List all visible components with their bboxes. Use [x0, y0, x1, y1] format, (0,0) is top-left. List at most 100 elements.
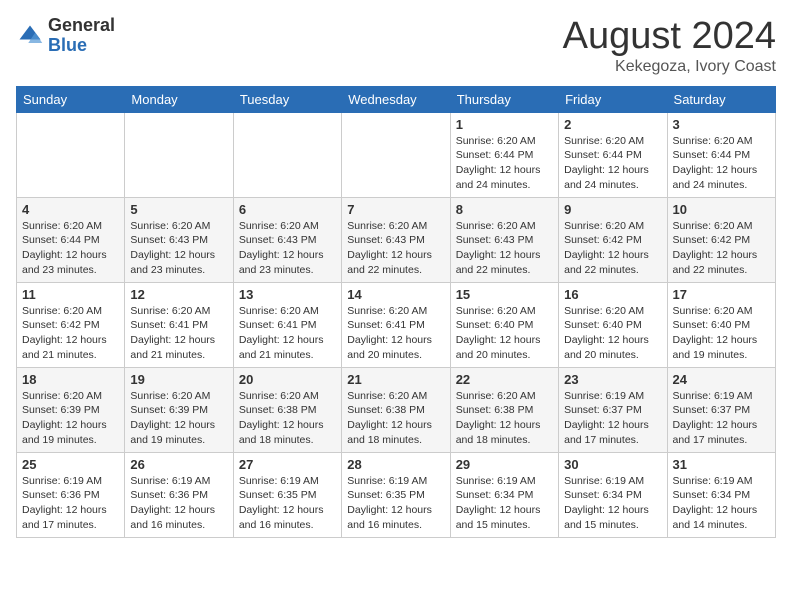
- logo-blue-text: Blue: [48, 36, 115, 56]
- title-block: August 2024 Kekegoza, Ivory Coast: [563, 16, 776, 76]
- calendar-cell: 4 Sunrise: 6:20 AM Sunset: 6:44 PM Daylig…: [17, 197, 125, 282]
- day-number: 26: [130, 457, 227, 472]
- day-number: 4: [22, 202, 119, 217]
- day-number: 17: [673, 287, 770, 302]
- day-details: Sunrise: 6:19 AM Sunset: 6:37 PM Dayligh…: [673, 389, 770, 448]
- day-number: 6: [239, 202, 336, 217]
- day-details: Sunrise: 6:20 AM Sunset: 6:41 PM Dayligh…: [347, 304, 444, 363]
- day-details: Sunrise: 6:20 AM Sunset: 6:44 PM Dayligh…: [22, 219, 119, 278]
- day-number: 7: [347, 202, 444, 217]
- day-details: Sunrise: 6:20 AM Sunset: 6:44 PM Dayligh…: [673, 134, 770, 193]
- day-number: 28: [347, 457, 444, 472]
- weekday-header-cell: Saturday: [667, 86, 775, 112]
- weekday-header-cell: Monday: [125, 86, 233, 112]
- calendar-week-row: 1 Sunrise: 6:20 AM Sunset: 6:44 PM Daylig…: [17, 112, 776, 197]
- day-number: 8: [456, 202, 553, 217]
- day-number: 2: [564, 117, 661, 132]
- day-details: Sunrise: 6:20 AM Sunset: 6:40 PM Dayligh…: [673, 304, 770, 363]
- day-number: 3: [673, 117, 770, 132]
- day-details: Sunrise: 6:19 AM Sunset: 6:34 PM Dayligh…: [564, 474, 661, 533]
- day-number: 23: [564, 372, 661, 387]
- calendar-cell: 2 Sunrise: 6:20 AM Sunset: 6:44 PM Daylig…: [559, 112, 667, 197]
- day-details: Sunrise: 6:20 AM Sunset: 6:42 PM Dayligh…: [673, 219, 770, 278]
- calendar-cell: 25 Sunrise: 6:19 AM Sunset: 6:36 PM Dayli…: [17, 452, 125, 537]
- day-number: 24: [673, 372, 770, 387]
- day-details: Sunrise: 6:20 AM Sunset: 6:44 PM Dayligh…: [564, 134, 661, 193]
- calendar-cell: 30 Sunrise: 6:19 AM Sunset: 6:34 PM Dayli…: [559, 452, 667, 537]
- weekday-header-cell: Sunday: [17, 86, 125, 112]
- calendar-cell: 6 Sunrise: 6:20 AM Sunset: 6:43 PM Daylig…: [233, 197, 341, 282]
- day-details: Sunrise: 6:19 AM Sunset: 6:35 PM Dayligh…: [347, 474, 444, 533]
- calendar-cell: 31Sunrise: 6:19 AM Sunset: 6:34 PM Dayli…: [667, 452, 775, 537]
- location-subtitle: Kekegoza, Ivory Coast: [563, 58, 776, 76]
- day-number: 16: [564, 287, 661, 302]
- day-details: Sunrise: 6:20 AM Sunset: 6:41 PM Dayligh…: [130, 304, 227, 363]
- calendar-cell: 1Sunrise: 6:20 AM Sunset: 6:44 PM Daylig…: [450, 112, 558, 197]
- weekday-header-cell: Tuesday: [233, 86, 341, 112]
- calendar-cell: 24 Sunrise: 6:19 AM Sunset: 6:37 PM Dayli…: [667, 367, 775, 452]
- day-number: 19: [130, 372, 227, 387]
- day-number: 13: [239, 287, 336, 302]
- day-number: 30: [564, 457, 661, 472]
- calendar-cell: 26 Sunrise: 6:19 AM Sunset: 6:36 PM Dayli…: [125, 452, 233, 537]
- calendar-cell: 7 Sunrise: 6:20 AM Sunset: 6:43 PM Daylig…: [342, 197, 450, 282]
- day-details: Sunrise: 6:19 AM Sunset: 6:36 PM Dayligh…: [130, 474, 227, 533]
- calendar-cell: 18Sunrise: 6:20 AM Sunset: 6:39 PM Dayli…: [17, 367, 125, 452]
- day-details: Sunrise: 6:20 AM Sunset: 6:38 PM Dayligh…: [456, 389, 553, 448]
- logo-text: General Blue: [48, 16, 115, 56]
- day-details: Sunrise: 6:20 AM Sunset: 6:42 PM Dayligh…: [22, 304, 119, 363]
- calendar-cell: 11Sunrise: 6:20 AM Sunset: 6:42 PM Dayli…: [17, 282, 125, 367]
- calendar-cell: 20Sunrise: 6:20 AM Sunset: 6:38 PM Dayli…: [233, 367, 341, 452]
- day-number: 10: [673, 202, 770, 217]
- calendar-cell: 15Sunrise: 6:20 AM Sunset: 6:40 PM Dayli…: [450, 282, 558, 367]
- day-details: Sunrise: 6:20 AM Sunset: 6:43 PM Dayligh…: [456, 219, 553, 278]
- day-number: 12: [130, 287, 227, 302]
- calendar-body: 1 Sunrise: 6:20 AM Sunset: 6:44 PM Daylig…: [17, 112, 776, 537]
- day-details: Sunrise: 6:20 AM Sunset: 6:41 PM Dayligh…: [239, 304, 336, 363]
- calendar-cell: 10 Sunrise: 6:20 AM Sunset: 6:42 PM Dayli…: [667, 197, 775, 282]
- day-details: Sunrise: 6:19 AM Sunset: 6:36 PM Dayligh…: [22, 474, 119, 533]
- calendar-cell: 17 Sunrise: 6:20 AM Sunset: 6:40 PM Dayli…: [667, 282, 775, 367]
- calendar-cell: 5Sunrise: 6:20 AM Sunset: 6:43 PM Daylig…: [125, 197, 233, 282]
- day-number: 18: [22, 372, 119, 387]
- day-details: Sunrise: 6:20 AM Sunset: 6:38 PM Dayligh…: [239, 389, 336, 448]
- day-number: 21: [347, 372, 444, 387]
- calendar-cell: 28 Sunrise: 6:19 AM Sunset: 6:35 PM Dayli…: [342, 452, 450, 537]
- calendar-cell: 23 Sunrise: 6:19 AM Sunset: 6:37 PM Dayli…: [559, 367, 667, 452]
- weekday-header-cell: Thursday: [450, 86, 558, 112]
- calendar-cell: 27 Sunrise: 6:19 AM Sunset: 6:35 PM Dayli…: [233, 452, 341, 537]
- logo: General Blue: [16, 16, 115, 56]
- calendar-cell: [17, 112, 125, 197]
- day-number: 27: [239, 457, 336, 472]
- day-details: Sunrise: 6:20 AM Sunset: 6:40 PM Dayligh…: [564, 304, 661, 363]
- day-details: Sunrise: 6:19 AM Sunset: 6:34 PM Dayligh…: [456, 474, 553, 533]
- day-details: Sunrise: 6:19 AM Sunset: 6:35 PM Dayligh…: [239, 474, 336, 533]
- calendar-cell: [125, 112, 233, 197]
- logo-icon: [16, 22, 44, 50]
- day-details: Sunrise: 6:20 AM Sunset: 6:43 PM Dayligh…: [239, 219, 336, 278]
- day-number: 1: [456, 117, 553, 132]
- calendar-week-row: 4 Sunrise: 6:20 AM Sunset: 6:44 PM Daylig…: [17, 197, 776, 282]
- calendar-cell: 19Sunrise: 6:20 AM Sunset: 6:39 PM Dayli…: [125, 367, 233, 452]
- calendar-cell: 13 Sunrise: 6:20 AM Sunset: 6:41 PM Dayli…: [233, 282, 341, 367]
- day-number: 29: [456, 457, 553, 472]
- calendar-week-row: 18Sunrise: 6:20 AM Sunset: 6:39 PM Dayli…: [17, 367, 776, 452]
- day-number: 25: [22, 457, 119, 472]
- day-number: 22: [456, 372, 553, 387]
- day-details: Sunrise: 6:19 AM Sunset: 6:37 PM Dayligh…: [564, 389, 661, 448]
- day-details: Sunrise: 6:20 AM Sunset: 6:42 PM Dayligh…: [564, 219, 661, 278]
- day-number: 14: [347, 287, 444, 302]
- logo-general-text: General: [48, 16, 115, 36]
- weekday-header-row: SundayMondayTuesdayWednesdayThursdayFrid…: [17, 86, 776, 112]
- main-title: August 2024: [563, 16, 776, 58]
- day-number: 9: [564, 202, 661, 217]
- calendar-cell: 12 Sunrise: 6:20 AM Sunset: 6:41 PM Dayli…: [125, 282, 233, 367]
- day-details: Sunrise: 6:20 AM Sunset: 6:43 PM Dayligh…: [347, 219, 444, 278]
- day-details: Sunrise: 6:20 AM Sunset: 6:43 PM Dayligh…: [130, 219, 227, 278]
- calendar-cell: [233, 112, 341, 197]
- calendar-cell: 22 Sunrise: 6:20 AM Sunset: 6:38 PM Dayli…: [450, 367, 558, 452]
- weekday-header-cell: Wednesday: [342, 86, 450, 112]
- day-number: 15: [456, 287, 553, 302]
- weekday-header-cell: Friday: [559, 86, 667, 112]
- page-header: General Blue August 2024 Kekegoza, Ivory…: [16, 16, 776, 76]
